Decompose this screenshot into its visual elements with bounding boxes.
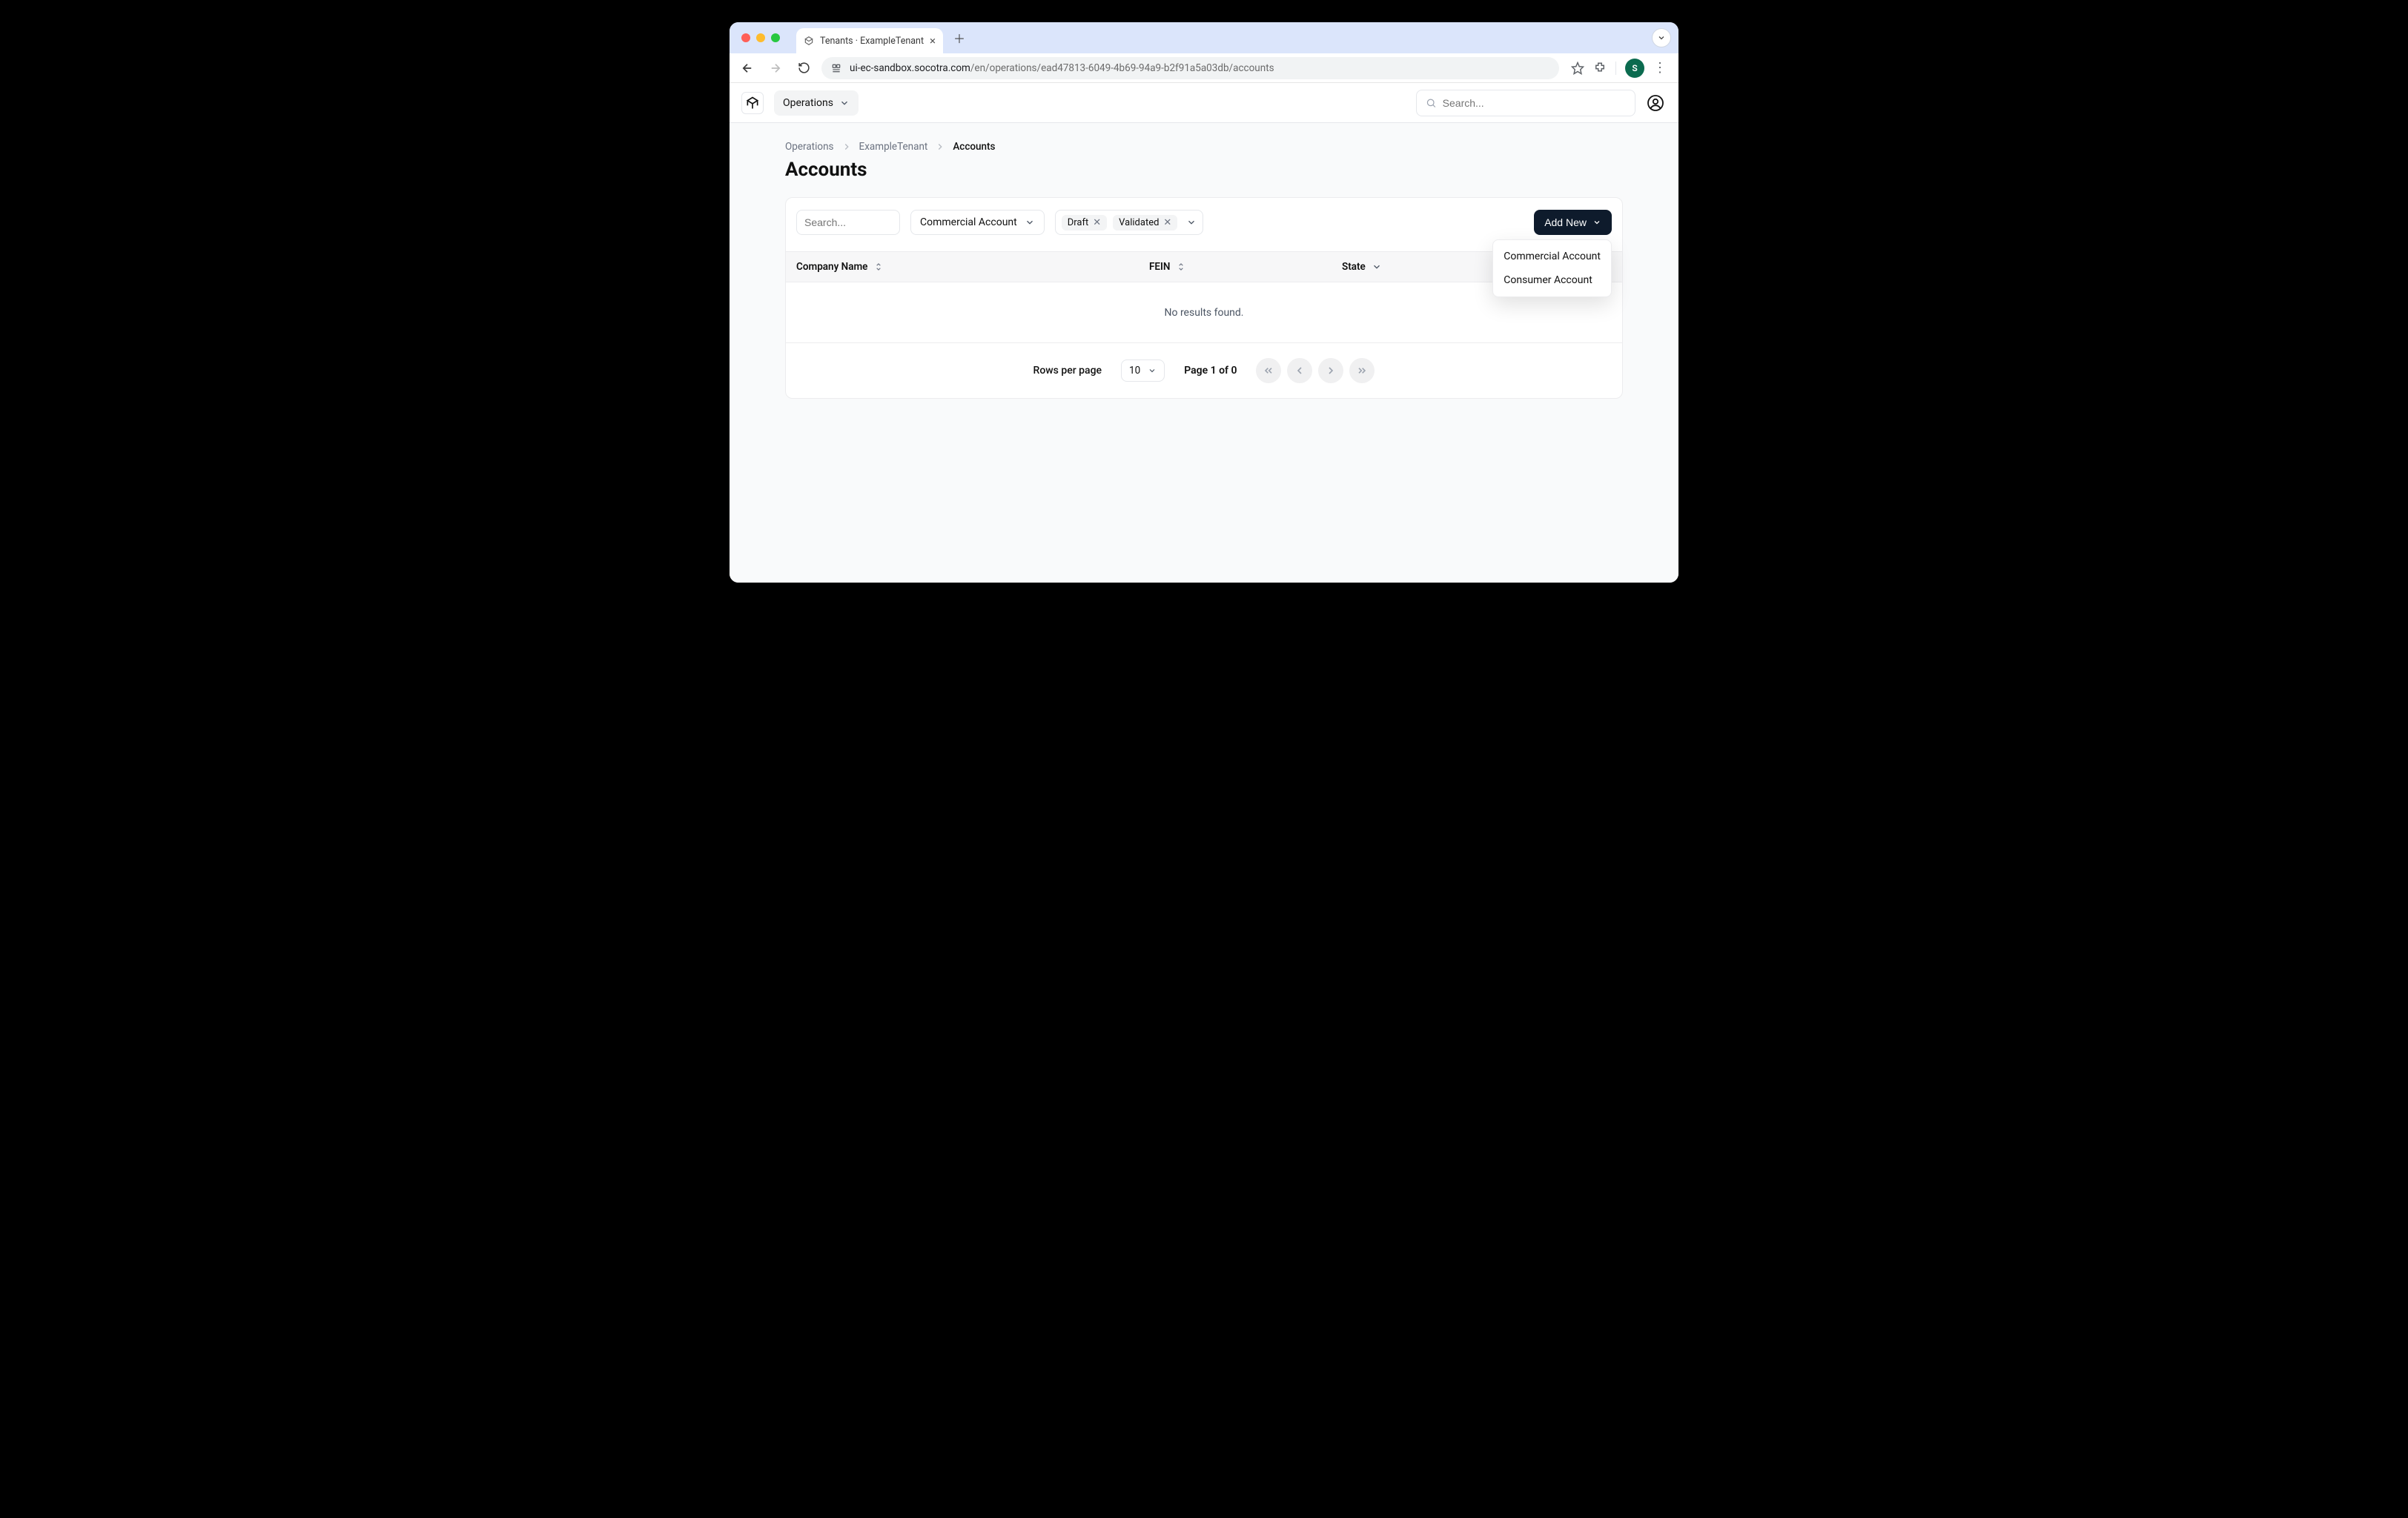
- tabs-list-button[interactable]: [1652, 28, 1671, 47]
- tab-favicon: [804, 36, 814, 46]
- browser-menu-icon[interactable]: ⋮: [1653, 62, 1667, 75]
- page-prev-button[interactable]: [1287, 358, 1312, 383]
- chevron-down-icon: [1372, 262, 1382, 272]
- filter-chip-draft: Draft ✕: [1062, 215, 1107, 231]
- chevron-right-icon: [935, 142, 945, 152]
- toolbar-actions: S ⋮: [1567, 59, 1671, 78]
- window-minimize-button[interactable]: [756, 33, 765, 42]
- page-next-button[interactable]: [1318, 358, 1343, 383]
- page-body: Operations ExampleTenant Accounts Accoun…: [730, 123, 1678, 583]
- chip-label: Validated: [1119, 217, 1159, 228]
- nav-reload-button[interactable]: [793, 58, 814, 79]
- table-search-input[interactable]: [796, 210, 900, 235]
- tab-strip: Tenants · ExampleTenant × ＋: [730, 22, 1678, 53]
- menu-item-consumer-account[interactable]: Consumer Account: [1493, 268, 1611, 292]
- breadcrumb-item-current: Accounts: [953, 141, 995, 153]
- operations-dropdown-label: Operations: [783, 97, 833, 109]
- column-label: FEIN: [1149, 261, 1170, 273]
- page-title: Accounts: [785, 159, 1623, 181]
- add-new-button[interactable]: Add New: [1534, 210, 1612, 235]
- menu-item-commercial-account[interactable]: Commercial Account: [1493, 245, 1611, 268]
- chevron-down-icon: [839, 98, 850, 108]
- global-search[interactable]: [1416, 90, 1635, 116]
- chevron-down-icon: [1148, 366, 1157, 375]
- chip-remove-icon[interactable]: ✕: [1163, 218, 1171, 228]
- url-text: ui-ec-sandbox.socotra.com/en/operations/…: [850, 62, 1274, 74]
- page-last-button[interactable]: [1349, 358, 1375, 383]
- toolbar-separator: [1615, 62, 1616, 75]
- profile-avatar[interactable]: S: [1625, 59, 1644, 78]
- address-bar[interactable]: ui-ec-sandbox.socotra.com/en/operations/…: [821, 57, 1559, 79]
- app-logo[interactable]: [741, 92, 764, 114]
- filter-chip-validated: Validated ✕: [1113, 215, 1177, 231]
- breadcrumb: Operations ExampleTenant Accounts: [785, 141, 1623, 153]
- empty-message: No results found.: [1165, 307, 1244, 319]
- status-filter[interactable]: Draft ✕ Validated ✕: [1055, 210, 1204, 235]
- nav-forward-button[interactable]: [765, 58, 786, 79]
- browser-window: Tenants · ExampleTenant × ＋ ui-ec-sandbo…: [730, 22, 1678, 583]
- user-circle-icon: [1647, 94, 1664, 112]
- column-label: Company Name: [796, 261, 867, 273]
- account-type-select[interactable]: Commercial Account: [910, 210, 1045, 235]
- filters-row: Commercial Account Draft ✕ Validated ✕: [796, 210, 1612, 235]
- browser-tab[interactable]: Tenants · ExampleTenant ×: [796, 28, 943, 53]
- column-fein[interactable]: FEIN: [1149, 261, 1342, 273]
- app-header: Operations: [730, 83, 1678, 123]
- page-status: Page 1 of 0: [1184, 365, 1237, 377]
- chevron-down-icon: [1025, 217, 1035, 228]
- account-type-select-value: Commercial Account: [920, 216, 1017, 228]
- rows-per-page-select[interactable]: 10: [1121, 359, 1165, 382]
- url-path: /en/operations/ead47813-6049-4b69-94a9-b…: [970, 62, 1274, 74]
- pagination: Rows per page 10 Page 1 of 0: [796, 343, 1612, 383]
- column-label: State: [1342, 261, 1366, 273]
- pagination-buttons: [1256, 358, 1375, 383]
- window-close-button[interactable]: [741, 33, 750, 42]
- search-icon: [1426, 97, 1437, 109]
- tab-close-icon[interactable]: ×: [930, 36, 936, 47]
- global-search-input[interactable]: [1443, 97, 1626, 109]
- chevron-down-icon: [1592, 218, 1601, 227]
- page-first-button[interactable]: [1256, 358, 1281, 383]
- breadcrumb-item-operations[interactable]: Operations: [785, 141, 834, 153]
- rows-per-page-value: 10: [1129, 365, 1140, 377]
- chip-remove-icon[interactable]: ✕: [1093, 218, 1101, 228]
- new-tab-button[interactable]: ＋: [949, 27, 970, 48]
- nav-back-button[interactable]: [737, 58, 758, 79]
- column-company-name[interactable]: Company Name: [796, 261, 1149, 273]
- sort-icon: [1176, 262, 1186, 272]
- bookmark-star-icon[interactable]: [1571, 62, 1584, 75]
- window-zoom-button[interactable]: [771, 33, 780, 42]
- site-info-icon[interactable]: [830, 62, 842, 74]
- chevron-right-icon: [841, 142, 852, 152]
- chip-label: Draft: [1068, 217, 1089, 228]
- breadcrumb-item-tenant[interactable]: ExampleTenant: [859, 141, 928, 153]
- tab-title: Tenants · ExampleTenant: [820, 36, 924, 47]
- add-new-label: Add New: [1544, 216, 1587, 228]
- chevron-down-icon: [1186, 217, 1197, 228]
- profile-initial: S: [1632, 63, 1637, 73]
- window-controls: [741, 33, 780, 42]
- url-host: ui-ec-sandbox.socotra.com: [850, 62, 970, 74]
- user-menu-button[interactable]: [1644, 92, 1667, 114]
- add-new-menu: Commercial Account Consumer Account: [1492, 239, 1612, 297]
- operations-dropdown[interactable]: Operations: [774, 90, 859, 116]
- content-card: Commercial Account Draft ✕ Validated ✕: [785, 197, 1623, 399]
- rows-per-page-label: Rows per page: [1033, 365, 1102, 377]
- sort-icon: [873, 262, 884, 272]
- extensions-icon[interactable]: [1593, 62, 1607, 75]
- browser-toolbar: ui-ec-sandbox.socotra.com/en/operations/…: [730, 53, 1678, 83]
